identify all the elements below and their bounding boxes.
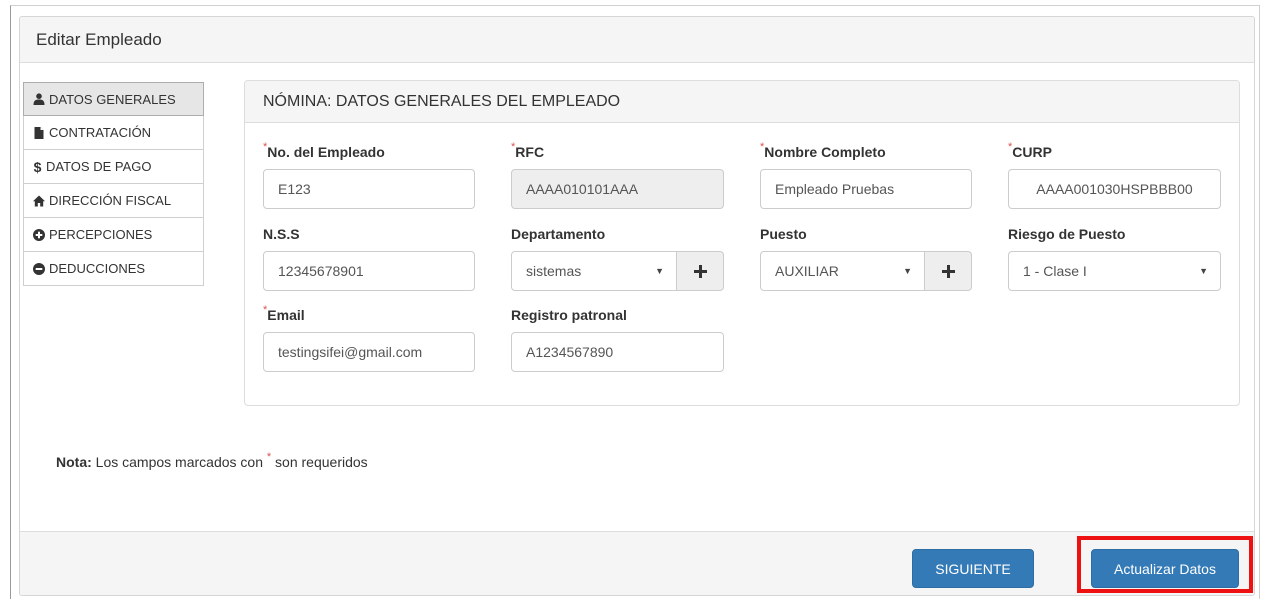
- tab-deducciones[interactable]: DEDUCCIONES: [23, 252, 204, 286]
- position-selected-value: AUXILIAR: [775, 263, 839, 279]
- rfc-label: *RFC: [511, 141, 545, 160]
- dollar-icon: $: [33, 158, 42, 175]
- nss-input[interactable]: 12345678901: [263, 251, 475, 291]
- tab-label: DATOS DE PAGO: [46, 159, 152, 174]
- full-name-input[interactable]: Empleado Pruebas: [760, 169, 972, 209]
- tab-datos-generales[interactable]: DATOS GENERALES: [23, 82, 204, 116]
- curp-field: *CURP AAAA001030HSPBBB00: [1008, 141, 1221, 209]
- employee-number-input[interactable]: E123: [263, 169, 475, 209]
- position-label: Puesto: [760, 226, 807, 242]
- curp-input[interactable]: AAAA001030HSPBBB00: [1008, 169, 1221, 209]
- tab-percepciones[interactable]: PERCEPCIONES: [23, 218, 204, 252]
- curp-label: *CURP: [1008, 141, 1052, 160]
- tab-label: DIRECCIÓN FISCAL: [49, 193, 172, 208]
- edit-employee-modal: Editar Empleado DATOS GENERALES CONTRATA…: [19, 16, 1255, 596]
- employee-number-field: *No. del Empleado E123: [263, 141, 475, 209]
- nss-field: N.S.S 12345678901: [263, 226, 475, 291]
- position-select-group: AUXILIAR ▼: [760, 251, 972, 291]
- employee-number-label: *No. del Empleado: [263, 141, 385, 160]
- plus-icon: [941, 264, 955, 278]
- tab-label: DATOS GENERALES: [49, 91, 176, 107]
- note-bold: Nota:: [56, 454, 92, 470]
- home-icon: [32, 194, 46, 208]
- department-label: Departamento: [511, 226, 606, 242]
- required-mark: *: [263, 141, 268, 153]
- position-select[interactable]: AUXILIAR ▼: [760, 251, 925, 291]
- department-field: Departamento sistemas ▼: [511, 226, 724, 291]
- required-mark: *: [266, 451, 272, 463]
- employer-registration-input[interactable]: A1234567890: [511, 332, 724, 372]
- next-button[interactable]: SIGUIENTE: [912, 549, 1034, 588]
- caret-down-icon: ▼: [655, 266, 664, 276]
- department-selected-value: sistemas: [526, 263, 582, 279]
- email-label: *Email: [263, 304, 305, 323]
- employer-registration-field: Registro patronal A1234567890: [511, 307, 724, 372]
- required-mark: *: [263, 304, 268, 316]
- department-select[interactable]: sistemas ▼: [511, 251, 677, 291]
- user-icon: [32, 92, 46, 106]
- tab-label: CONTRATACIÓN: [49, 125, 152, 140]
- email-input[interactable]: testingsifei@gmail.com: [263, 332, 475, 372]
- position-risk-select[interactable]: 1 - Clase I ▼: [1008, 251, 1221, 291]
- position-risk-label: Riesgo de Puesto: [1008, 226, 1126, 242]
- position-field: Puesto AUXILIAR ▼: [760, 226, 972, 291]
- modal-title: Editar Empleado: [20, 17, 1254, 63]
- full-name-field: *Nombre Completo Empleado Pruebas: [760, 141, 972, 209]
- required-mark: *: [1008, 141, 1013, 153]
- plus-circle-icon: [32, 228, 46, 242]
- department-select-group: sistemas ▼: [511, 251, 724, 291]
- general-data-panel: NÓMINA: DATOS GENERALES DEL EMPLEADO *No…: [244, 80, 1240, 406]
- position-risk-select-group: 1 - Clase I ▼: [1008, 251, 1221, 291]
- tab-datos-de-pago[interactable]: $ DATOS DE PAGO: [23, 150, 204, 184]
- employer-registration-label: Registro patronal: [511, 307, 627, 323]
- position-risk-field: Riesgo de Puesto 1 - Clase I ▼: [1008, 226, 1221, 291]
- position-risk-selected-value: 1 - Clase I: [1023, 263, 1087, 279]
- required-mark: *: [511, 141, 516, 153]
- panel-heading: NÓMINA: DATOS GENERALES DEL EMPLEADO: [245, 81, 1239, 123]
- tab-label: DEDUCCIONES: [49, 261, 146, 276]
- full-name-label: *Nombre Completo: [760, 141, 886, 160]
- tab-label: PERCEPCIONES: [49, 227, 153, 242]
- file-icon: [32, 126, 46, 140]
- nss-label: N.S.S: [263, 226, 300, 242]
- caret-down-icon: ▼: [1199, 266, 1208, 276]
- email-field: *Email testingsifei@gmail.com: [263, 304, 475, 372]
- required-fields-note: Nota: Los campos marcados con * son requ…: [56, 451, 368, 470]
- plus-icon: [693, 264, 707, 278]
- update-data-button[interactable]: Actualizar Datos: [1091, 549, 1239, 588]
- tab-direccion-fiscal[interactable]: DIRECCIÓN FISCAL: [23, 184, 204, 218]
- caret-down-icon: ▼: [903, 266, 912, 276]
- add-department-button[interactable]: [677, 251, 724, 291]
- rfc-field: *RFC AAAA010101AAA: [511, 141, 724, 209]
- rfc-input: AAAA010101AAA: [511, 169, 724, 209]
- tab-contratacion[interactable]: CONTRATACIÓN: [23, 116, 204, 150]
- add-position-button[interactable]: [925, 251, 972, 291]
- modal-footer: SIGUIENTE Actualizar Datos: [20, 531, 1254, 595]
- required-mark: *: [760, 141, 765, 153]
- minus-circle-icon: [32, 262, 46, 276]
- vertical-tabs: DATOS GENERALES CONTRATACIÓN $ DATOS DE …: [23, 82, 204, 286]
